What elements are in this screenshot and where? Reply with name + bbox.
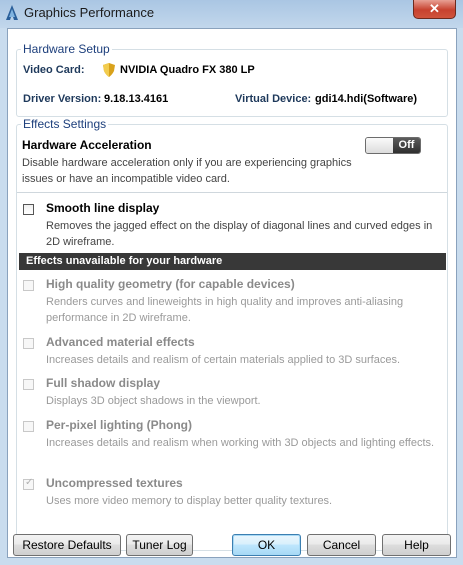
option-desc: Increases details and realism when worki… bbox=[46, 437, 435, 449]
toggle-off-label: Off bbox=[393, 138, 420, 153]
virtual-device-value: gdi14.hdi(Software) bbox=[315, 93, 418, 105]
unavailable-banner: Effects unavailable for your hardware bbox=[19, 253, 446, 270]
dialog-body: Hardware Setup Video Card: NVIDIA Quadro… bbox=[7, 28, 457, 558]
option-title: Advanced material effects bbox=[46, 335, 195, 349]
effects-settings-legend: Effects Settings bbox=[21, 117, 109, 131]
virtual-device-label: Virtual Device: bbox=[235, 93, 312, 105]
cancel-button[interactable]: Cancel bbox=[307, 534, 376, 556]
uncompressed-textures-checkbox[interactable]: ✓ bbox=[23, 477, 34, 490]
driver-version-value: 9.18.13.4161 bbox=[104, 93, 169, 105]
option-desc: Increases details and realism of certain… bbox=[46, 354, 401, 366]
hardware-setup-group: Hardware Setup Video Card: NVIDIA Quadro… bbox=[16, 42, 448, 117]
restore-defaults-button[interactable]: Restore Defaults bbox=[13, 534, 121, 556]
option-title: Per-pixel lighting (Phong) bbox=[46, 418, 192, 432]
driver-version-label: Driver Version: bbox=[23, 93, 102, 105]
option-title: Full shadow display bbox=[46, 376, 161, 390]
option-title: Uncompressed textures bbox=[46, 476, 183, 490]
hardware-setup-legend: Hardware Setup bbox=[21, 42, 112, 56]
option-desc: Displays 3D object shadows in the viewpo… bbox=[46, 395, 261, 407]
tuner-log-button[interactable]: Tuner Log bbox=[126, 534, 193, 556]
window-title: Graphics Performance bbox=[24, 5, 155, 20]
ok-button[interactable]: OK bbox=[232, 534, 301, 556]
video-card-value: NVIDIA Quadro FX 380 LP bbox=[120, 64, 255, 76]
video-card-label: Video Card: bbox=[23, 64, 85, 76]
close-button[interactable]: ✕ bbox=[413, 0, 456, 19]
toggle-knob bbox=[366, 138, 394, 153]
hardware-acceleration-title: Hardware Acceleration bbox=[22, 138, 152, 152]
title-bar[interactable]: Graphics Performance ✕ bbox=[0, 0, 463, 28]
help-button[interactable]: Help bbox=[382, 534, 451, 556]
divider bbox=[17, 192, 447, 193]
option-desc: Uses more video memory to display better… bbox=[46, 495, 333, 507]
smooth-line-title: Smooth line display bbox=[46, 201, 160, 215]
check-icon: ✓ bbox=[25, 477, 34, 488]
per-pixel-lighting-checkbox[interactable] bbox=[23, 421, 34, 432]
effects-settings-group: Effects Settings Hardware Acceleration D… bbox=[16, 117, 448, 551]
hardware-acceleration-toggle[interactable]: Off bbox=[365, 137, 421, 154]
option-desc: Renders curves and lineweights in high q… bbox=[46, 296, 404, 324]
high-quality-geometry-checkbox[interactable] bbox=[23, 280, 34, 291]
app-icon bbox=[6, 5, 18, 20]
shield-icon bbox=[103, 63, 115, 77]
hardware-acceleration-desc: Disable hardware acceleration only if yo… bbox=[22, 157, 352, 185]
option-title: High quality geometry (for capable devic… bbox=[46, 277, 295, 291]
advanced-material-checkbox[interactable] bbox=[23, 338, 34, 349]
smooth-line-desc: Removes the jagged effect on the display… bbox=[46, 220, 433, 248]
full-shadow-checkbox[interactable] bbox=[23, 379, 34, 390]
smooth-line-checkbox[interactable] bbox=[23, 204, 34, 215]
